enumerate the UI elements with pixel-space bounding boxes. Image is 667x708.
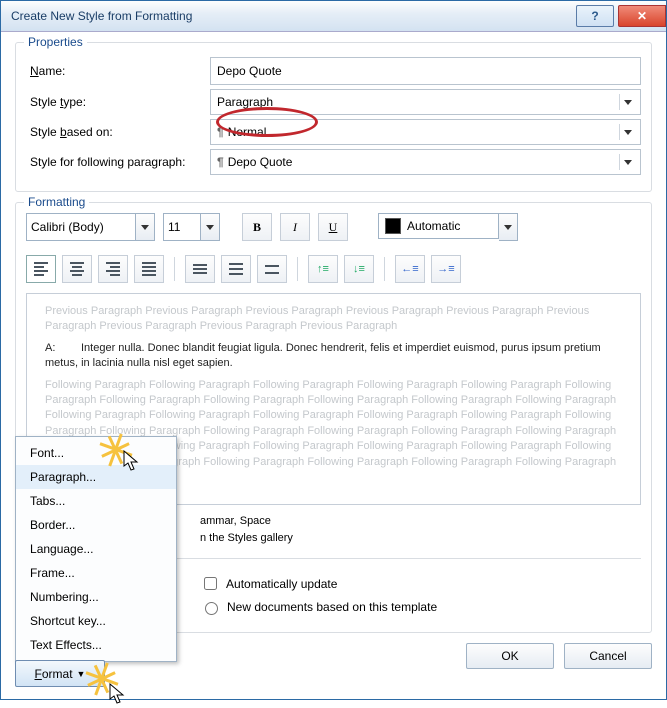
spacing-double-button[interactable] <box>257 255 287 283</box>
window-title: Create New Style from Formatting <box>11 9 576 23</box>
italic-button[interactable]: I <box>280 213 310 241</box>
format-button[interactable]: FFormatormat ▼ <box>15 660 105 687</box>
menu-border[interactable]: Border... <box>16 513 176 537</box>
based-on-select[interactable]: ¶Normal <box>210 119 641 145</box>
font-family-select[interactable] <box>26 213 155 241</box>
style-type-select[interactable]: Paragraph <box>210 89 641 115</box>
based-on-label: Style based on: <box>26 125 210 139</box>
cancel-button[interactable]: Cancel <box>564 643 652 669</box>
menu-numbering[interactable]: Numbering... <box>16 585 176 609</box>
menu-paragraph[interactable]: Paragraph... <box>16 465 176 489</box>
bold-button[interactable]: B <box>242 213 272 241</box>
font-toolbar: B I U Automatic <box>26 213 641 241</box>
auto-update-checkbox[interactable]: Automatically update <box>200 574 637 593</box>
chevron-down-icon <box>499 213 518 241</box>
properties-label: Properties <box>24 35 87 49</box>
preview-previous: Previous Paragraph Previous Paragraph Pr… <box>45 304 622 335</box>
space-after-button[interactable]: ↓≡ <box>344 255 374 283</box>
menu-text-effects[interactable]: Text Effects... <box>16 633 176 657</box>
paragraph-toolbar: ↑≡ ↓≡ ←≡ →≡ <box>26 255 641 283</box>
spacing-medium-button[interactable] <box>221 255 251 283</box>
font-color-select[interactable]: Automatic <box>378 213 518 241</box>
chevron-down-icon <box>619 94 636 110</box>
name-input[interactable] <box>210 57 641 85</box>
name-label: Name: <box>26 64 210 78</box>
spacing-single-button[interactable] <box>185 255 215 283</box>
create-style-dialog: Create New Style from Formatting ? ✕ Pro… <box>0 0 667 700</box>
menu-tabs[interactable]: Tabs... <box>16 489 176 513</box>
preview-sample: A:Integer nulla. Donec blandit feugiat l… <box>45 341 622 372</box>
following-label: Style for following paragraph: <box>26 155 210 169</box>
following-select[interactable]: ¶Depo Quote <box>210 149 641 175</box>
space-before-button[interactable]: ↑≡ <box>308 255 338 283</box>
style-type-value: Paragraph <box>217 95 273 109</box>
properties-group: Properties Name: Style type: Paragraph S… <box>15 42 652 192</box>
chevron-down-icon <box>619 154 636 170</box>
titlebar: Create New Style from Formatting ? ✕ <box>1 1 666 32</box>
close-button[interactable]: ✕ <box>618 5 666 27</box>
decrease-indent-button[interactable]: ←≡ <box>395 255 425 283</box>
style-type-label: Style type: <box>26 95 210 109</box>
format-menu: Font... Paragraph... Tabs... Border... L… <box>15 436 177 662</box>
increase-indent-button[interactable]: →≡ <box>431 255 461 283</box>
font-size-select[interactable] <box>163 213 220 241</box>
chevron-down-icon <box>619 124 636 140</box>
chevron-down-icon <box>201 213 220 241</box>
underline-button[interactable]: U <box>318 213 348 241</box>
menu-language[interactable]: Language... <box>16 537 176 561</box>
menu-font[interactable]: Font... <box>16 441 176 465</box>
color-swatch-icon <box>385 218 401 234</box>
align-center-button[interactable] <box>62 255 92 283</box>
cursor-icon <box>109 683 127 705</box>
align-right-button[interactable] <box>98 255 128 283</box>
ok-button[interactable]: OK <box>466 643 554 669</box>
help-button[interactable]: ? <box>576 5 614 27</box>
menu-shortcut[interactable]: Shortcut key... <box>16 609 176 633</box>
align-left-button[interactable] <box>26 255 56 283</box>
align-justify-button[interactable] <box>134 255 164 283</box>
formatting-label: Formatting <box>24 195 89 209</box>
new-docs-radio[interactable]: New documents based on this template <box>200 599 437 615</box>
menu-frame[interactable]: Frame... <box>16 561 176 585</box>
chevron-down-icon <box>136 213 155 241</box>
